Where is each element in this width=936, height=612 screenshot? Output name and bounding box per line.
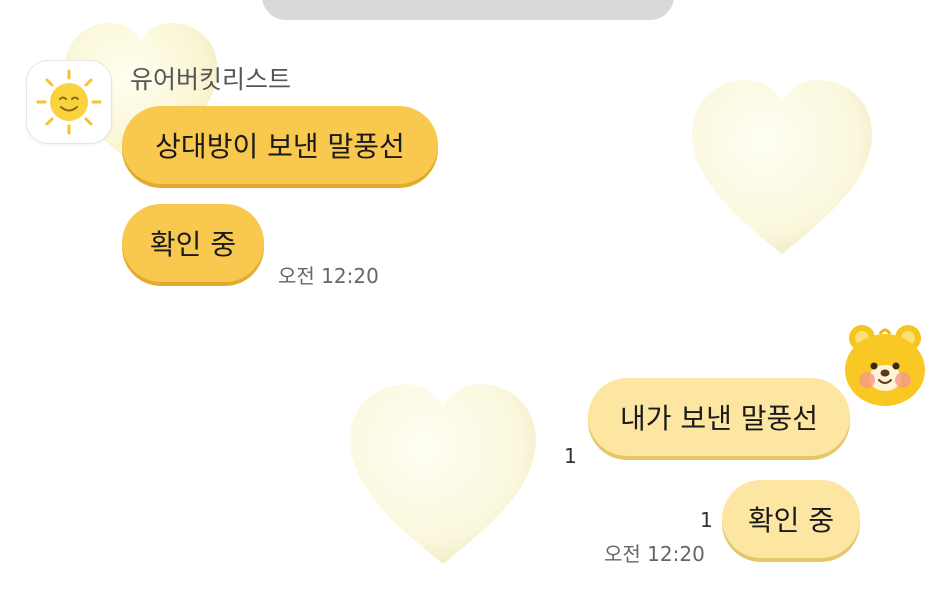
outgoing-message-bubble[interactable]: 확인 중 — [722, 480, 860, 558]
heart-icon — [330, 376, 556, 572]
heart-icon — [672, 72, 892, 262]
top-system-banner — [262, 0, 674, 20]
sender-name: 유어버킷리스트 — [130, 65, 292, 94]
sender-avatar[interactable] — [26, 60, 112, 144]
message-text: 상대방이 보낸 말풍선 — [155, 130, 405, 163]
message-text: 내가 보낸 말풍선 — [619, 402, 819, 435]
my-avatar[interactable] — [840, 318, 930, 414]
unread-count: 1 — [564, 444, 577, 468]
message-timestamp: 오전 12:20 — [604, 542, 705, 566]
message-timestamp: 오전 12:20 — [278, 264, 379, 288]
smiling-sun-icon — [36, 69, 102, 135]
incoming-message-bubble[interactable]: 확인 중 — [122, 204, 264, 282]
outgoing-message-bubble[interactable]: 내가 보낸 말풍선 — [588, 378, 850, 456]
yellow-bear-icon — [845, 325, 925, 406]
unread-count: 1 — [700, 508, 713, 532]
message-text: 확인 중 — [747, 504, 835, 537]
message-text: 확인 중 — [149, 228, 237, 261]
incoming-message-bubble[interactable]: 상대방이 보낸 말풍선 — [122, 106, 438, 184]
